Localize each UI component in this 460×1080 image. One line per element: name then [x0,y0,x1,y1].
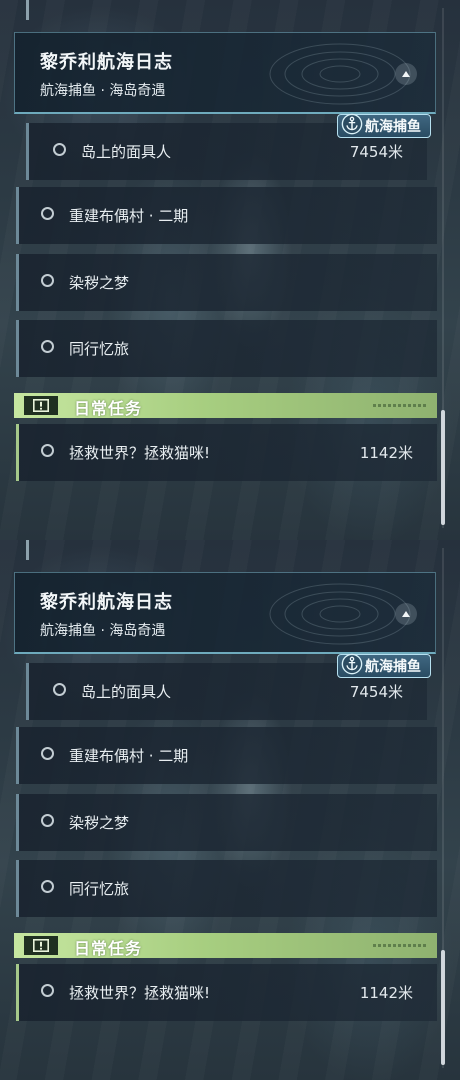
list-top-indicator [26,0,29,20]
journal-header[interactable]: 黎乔利航海日志 航海捕鱼 · 海岛奇遇 [14,572,436,654]
quest-label: 同行忆旅 [69,880,130,898]
quest-item[interactable]: 同行忆旅 [16,860,437,917]
quest-label: 染秽之梦 [69,814,130,832]
quest-label: 同行忆旅 [69,340,130,358]
alert-icon [24,936,58,955]
quest-label: 重建布偶村 · 二期 [69,207,189,225]
anchor-icon [341,113,363,135]
daily-section-title: 日常任务 [74,399,143,418]
quest-distance: 7454米 [349,143,403,161]
scrollbar-thumb[interactable] [441,410,445,525]
quest-radio[interactable] [41,814,54,827]
quest-distance: 7454米 [349,683,403,701]
quest-label: 重建布偶村 · 二期 [69,747,189,765]
daily-section-header[interactable]: 日常任务 [14,393,437,418]
quest-radio[interactable] [41,747,54,760]
quest-radio[interactable] [41,984,54,997]
chevron-up-icon [402,71,410,77]
quest-radio[interactable] [41,880,54,893]
daily-section-header[interactable]: 日常任务 [14,933,437,958]
quest-radio[interactable] [41,340,54,353]
quest-panel-2: 黎乔利航海日志 航海捕鱼 · 海岛奇遇 岛上的面具人 7454米 航海捕鱼 重建… [0,540,460,1080]
journal-header[interactable]: 黎乔利航海日志 航海捕鱼 · 海岛奇遇 [14,32,436,114]
journal-title: 黎乔利航海日志 [40,592,173,613]
quest-radio[interactable] [53,143,66,156]
journal-subtitle: 航海捕鱼 · 海岛奇遇 [40,83,166,99]
daily-section-title: 日常任务 [74,939,143,958]
quest-radio[interactable] [41,274,54,287]
collapse-button[interactable] [395,603,417,625]
quest-item[interactable]: 同行忆旅 [16,320,437,377]
quest-label: 岛上的面具人 [81,683,172,701]
journal-subtitle: 航海捕鱼 · 海岛奇遇 [40,623,166,639]
scrollbar-thumb[interactable] [441,950,445,1065]
quest-radio[interactable] [41,207,54,220]
map-contour-decoration [269,583,411,645]
quest-distance: 1142米 [359,444,413,462]
daily-quest-item[interactable]: 拯救世界？拯救猫咪! 1142米 [16,424,437,481]
quest-item[interactable]: 重建布偶村 · 二期 [16,187,437,244]
chevron-up-icon [402,611,410,617]
map-contour-decoration [269,43,411,105]
quest-label: 染秽之梦 [69,274,130,292]
anchor-icon [341,653,363,675]
quest-item[interactable]: 重建布偶村 · 二期 [16,727,437,784]
quest-label: 拯救世界？拯救猫咪! [69,444,211,462]
journal-title: 黎乔利航海日志 [40,52,173,73]
badge-label: 航海捕鱼 [365,659,421,675]
alert-icon [24,396,58,415]
category-badge: 航海捕鱼 [337,113,431,138]
badge-label: 航海捕鱼 [365,119,421,135]
quest-label: 岛上的面具人 [81,143,172,161]
category-badge: 航海捕鱼 [337,653,431,678]
daily-header-decoration [373,404,427,407]
quest-distance: 1142米 [359,984,413,1002]
daily-header-decoration [373,944,427,947]
quest-item[interactable]: 染秽之梦 [16,254,437,311]
quest-radio[interactable] [41,444,54,457]
quest-item[interactable]: 染秽之梦 [16,794,437,851]
quest-label: 拯救世界？拯救猫咪! [69,984,211,1002]
collapse-button[interactable] [395,63,417,85]
quest-radio[interactable] [53,683,66,696]
list-top-indicator [26,540,29,560]
daily-quest-item[interactable]: 拯救世界？拯救猫咪! 1142米 [16,964,437,1021]
quest-panel-1: 黎乔利航海日志 航海捕鱼 · 海岛奇遇 岛上的面具人 7454米 航海捕鱼 重建… [0,0,460,540]
